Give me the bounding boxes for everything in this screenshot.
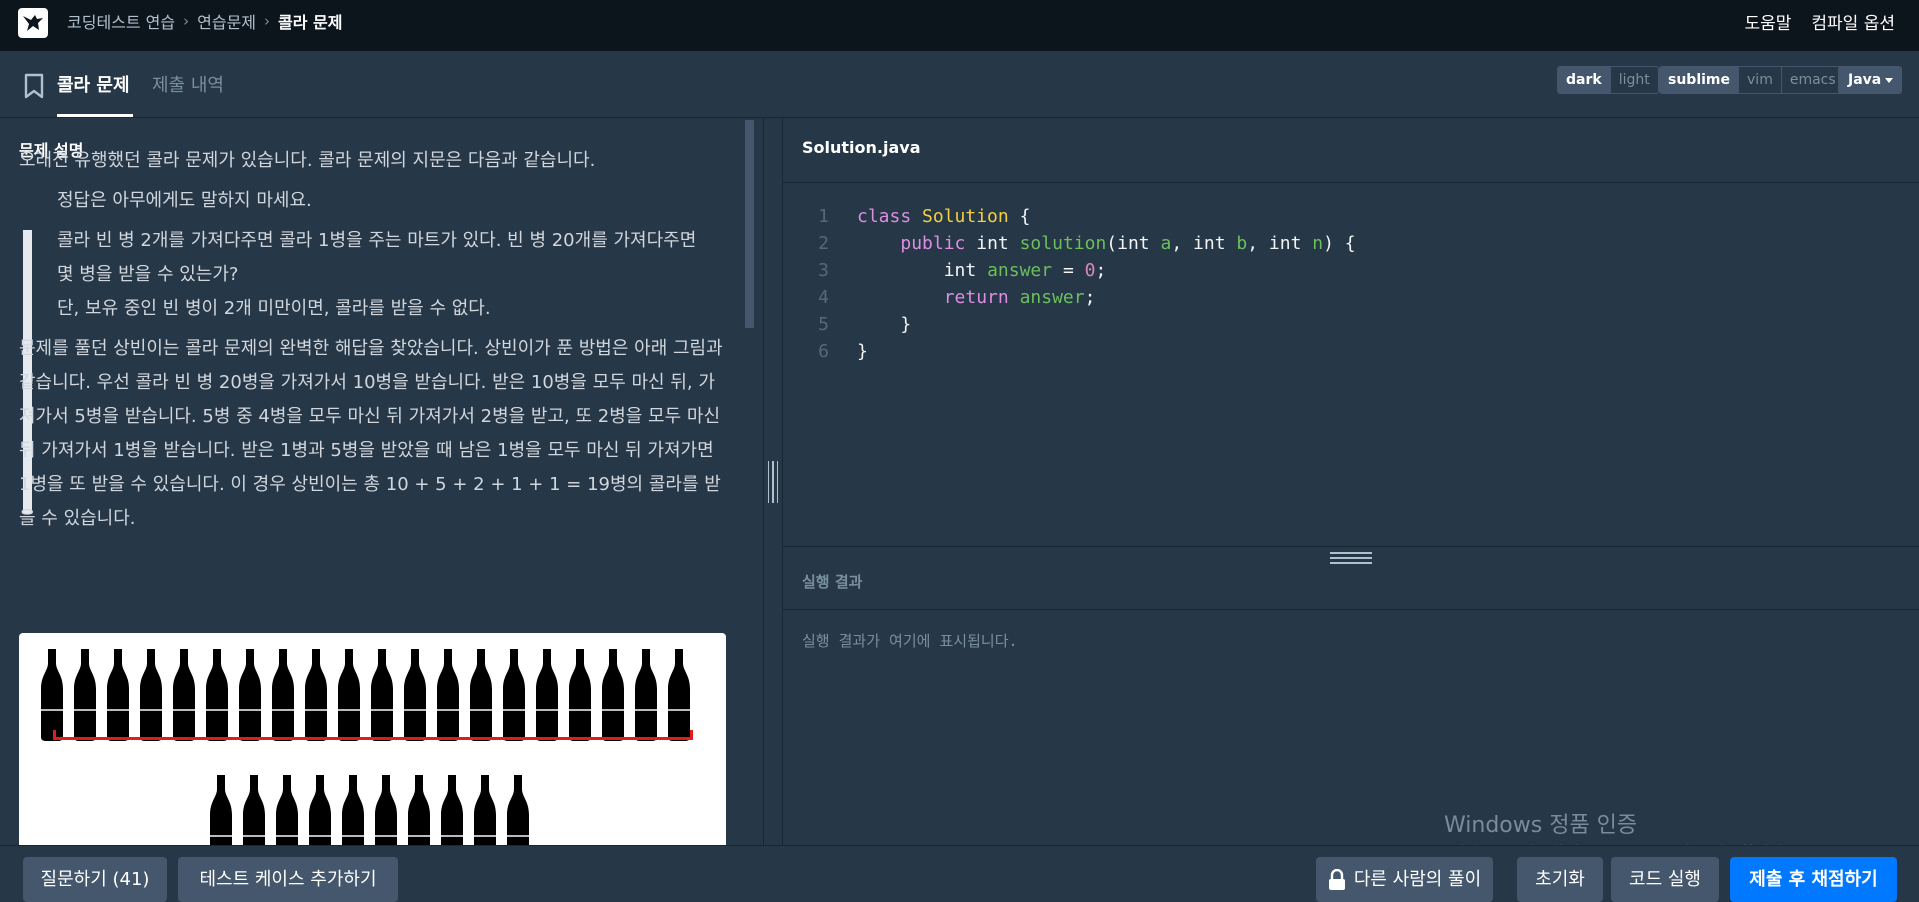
run-code-button[interactable]: 코드 실행 xyxy=(1611,857,1719,902)
active-tab-indicator xyxy=(57,114,133,117)
result-header: 실행 결과 xyxy=(783,546,1919,610)
cola-bottle-icon xyxy=(308,775,332,845)
cola-bottle-icon xyxy=(407,775,431,845)
others-solutions-label: 다른 사람의 풀이 xyxy=(1353,869,1482,890)
file-name: Solution.java xyxy=(802,138,921,157)
splitter-grip-icon[interactable] xyxy=(768,461,778,503)
result-title: 실행 결과 xyxy=(802,573,863,591)
breadcrumb-current: 콜라 문제 xyxy=(278,13,343,32)
code-line: 6} xyxy=(818,341,868,362)
compile-options-link[interactable]: 컴파일 옵션 xyxy=(1811,9,1895,34)
language-select-value: Java xyxy=(1848,72,1882,88)
code-line: 2 public int solution(int a, int b, int … xyxy=(818,233,1356,254)
bottle-row-bottom xyxy=(209,775,530,845)
cola-bottle-icon xyxy=(473,775,497,845)
top-navigation: 코딩테스트 연습 › 연습문제 › 콜라 문제 도움말 컴파일 옵션 xyxy=(0,0,1919,51)
help-link[interactable]: 도움말 xyxy=(1744,9,1791,34)
code-content[interactable]: 1 class Solution { 2 public int solution(… xyxy=(783,203,1356,365)
problem-description-panel: 문제 설명 오래전 유행했던 콜라 문제가 있습니다. 콜라 문제의 지문은 다… xyxy=(0,118,763,845)
lock-icon xyxy=(1329,869,1345,890)
problem-intro: 오래전 유행했던 콜라 문제가 있습니다. 콜라 문제의 지문은 다음과 같습니… xyxy=(19,150,596,171)
cola-bottle-icon xyxy=(242,775,266,845)
question-button[interactable]: 질문하기 (41) xyxy=(23,857,167,902)
caret-down-icon xyxy=(1885,78,1893,83)
chevron-right-icon: › xyxy=(264,12,271,30)
editor-panel: Solution.java 1 class Solution { 2 public… xyxy=(783,118,1919,845)
keymap-toggle: sublime vim emacs xyxy=(1659,66,1845,94)
tab-bar: 콜라 문제 제출 내역 dark light sublime vim emacs… xyxy=(0,51,1919,118)
cola-bottle-icon xyxy=(440,775,464,845)
theme-light-option[interactable]: light xyxy=(1609,67,1658,93)
windows-activation-watermark: Windows 정품 인증 xyxy=(1444,813,1638,838)
quote-line-3: 단, 보유 중인 빈 병이 2개 미만이면, 콜라를 받을 수 없다. xyxy=(57,298,491,319)
cola-bottle-icon xyxy=(341,775,365,845)
cola-bottle-icon xyxy=(209,775,233,845)
result-output: 실행 결과가 여기에 표시됩니다. xyxy=(802,632,1018,650)
keymap-emacs-option[interactable]: emacs xyxy=(1780,67,1844,93)
keymap-vim-option[interactable]: vim xyxy=(1738,67,1781,93)
quote-line-2: 콜라 빈 병 2개를 가져다주면 콜라 1병을 주는 마트가 있다. 빈 병 2… xyxy=(57,230,697,285)
cola-bottle-icon xyxy=(506,775,530,845)
code-editor[interactable]: 1 class Solution { 2 public int solution(… xyxy=(783,182,1919,546)
theme-dark-option[interactable]: dark xyxy=(1558,67,1610,93)
programmers-logo-icon[interactable] xyxy=(18,8,48,38)
code-line: 1 class Solution { xyxy=(818,206,1031,227)
problem-body: 문제를 풀던 상빈이는 콜라 문제의 완벽한 해답을 찾았습니다. 상빈이가 푼… xyxy=(19,338,723,529)
theme-toggle: dark light xyxy=(1557,66,1659,94)
submit-button[interactable]: 제출 후 채점하기 xyxy=(1730,857,1897,902)
quote-line-1: 정답은 아무에게도 말하지 마세요. xyxy=(57,190,312,211)
add-testcase-button[interactable]: 테스트 케이스 추가하기 xyxy=(178,857,398,902)
tab-submission-history[interactable]: 제출 내역 xyxy=(152,71,224,97)
breadcrumb: 코딩테스트 연습 › 연습문제 › 콜라 문제 xyxy=(67,0,342,42)
resize-grip-icon[interactable] xyxy=(1330,552,1372,564)
others-solutions-button[interactable]: 다른 사람의 풀이 xyxy=(1316,857,1493,902)
keymap-sublime-option[interactable]: sublime xyxy=(1660,67,1739,93)
chevron-right-icon: › xyxy=(183,12,190,30)
language-select[interactable]: Java xyxy=(1838,66,1902,94)
exchange-bracket xyxy=(53,730,693,740)
cola-bottles-figure xyxy=(19,633,726,845)
bottom-action-bar: 질문하기 (41) 테스트 케이스 추가하기 다른 사람의 풀이 초기화 코드 … xyxy=(0,845,1919,902)
cola-bottle-icon xyxy=(374,775,398,845)
tab-problem[interactable]: 콜라 문제 xyxy=(57,71,130,97)
bookmark-icon[interactable] xyxy=(22,73,46,99)
code-line: 4 return answer; xyxy=(818,287,1096,308)
code-line: 3 int answer = 0; xyxy=(818,260,1107,281)
breadcrumb-practice[interactable]: 연습문제 xyxy=(197,9,256,33)
description-scrollbar-thumb[interactable] xyxy=(745,120,754,328)
breadcrumb-coding-test[interactable]: 코딩테스트 연습 xyxy=(67,9,175,33)
cola-bottle-icon xyxy=(275,775,299,845)
reset-button[interactable]: 초기화 xyxy=(1517,857,1603,902)
code-line: 5 } xyxy=(818,314,912,335)
